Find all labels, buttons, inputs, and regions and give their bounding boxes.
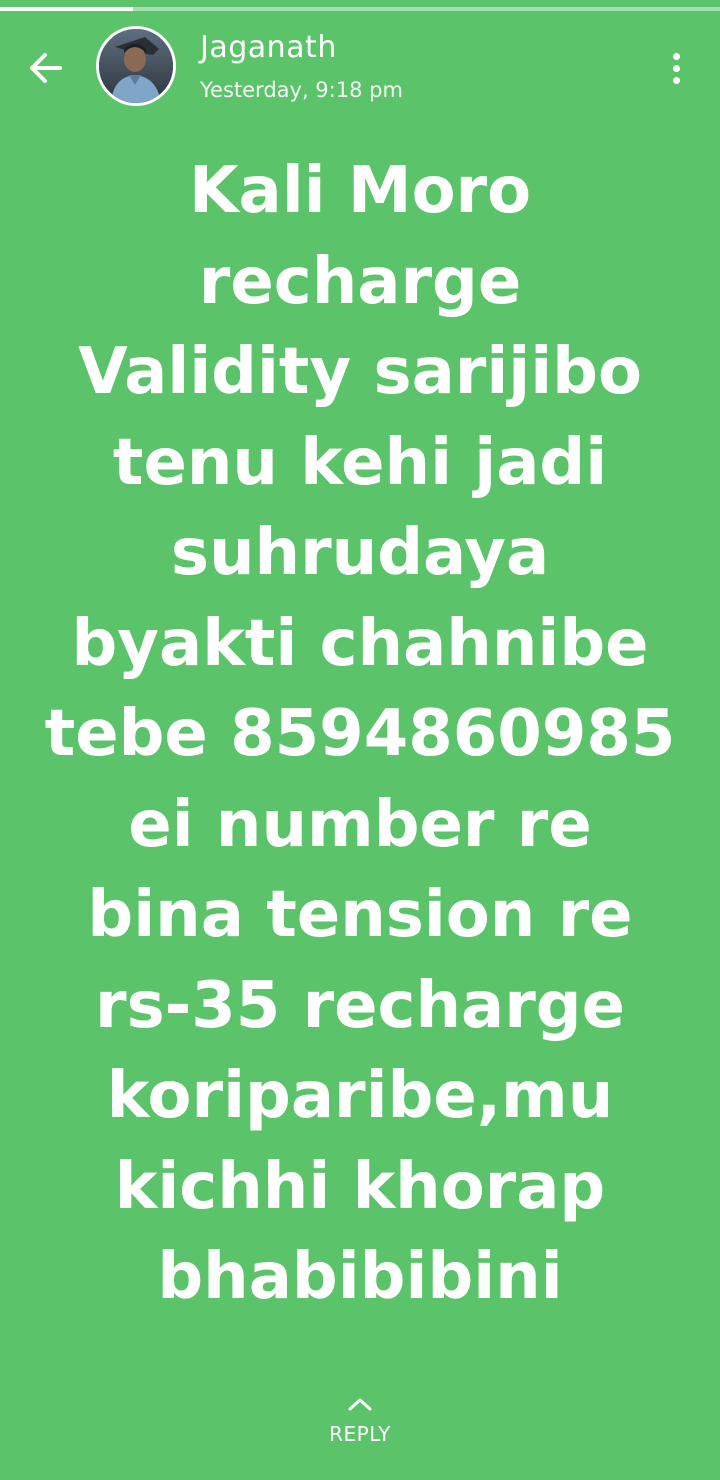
back-button[interactable] <box>18 40 74 96</box>
status-progress-fill <box>0 7 134 11</box>
chevron-up-icon <box>348 1398 372 1411</box>
more-vertical-icon-dot <box>672 76 680 84</box>
status-progress-bar <box>0 7 720 11</box>
reply-label: REPLY <box>329 1422 391 1446</box>
more-vertical-icon-dot <box>672 64 680 72</box>
reply-button[interactable]: REPLY <box>300 1394 420 1464</box>
arrow-left-icon <box>30 53 62 83</box>
status-timestamp: Yesterday, 9:18 pm <box>200 78 403 102</box>
avatar[interactable] <box>96 26 176 106</box>
status-message-text: Kali Moro recharge Validity sarijibo ten… <box>44 154 676 1314</box>
more-vertical-icon-dot <box>672 52 680 60</box>
avatar-photo <box>99 29 173 103</box>
status-viewer[interactable]: Jaganath Yesterday, 9:18 pm Kali Moro re… <box>0 0 720 1480</box>
status-author-name[interactable]: Jaganath <box>200 30 337 65</box>
more-options-button[interactable] <box>656 44 696 92</box>
